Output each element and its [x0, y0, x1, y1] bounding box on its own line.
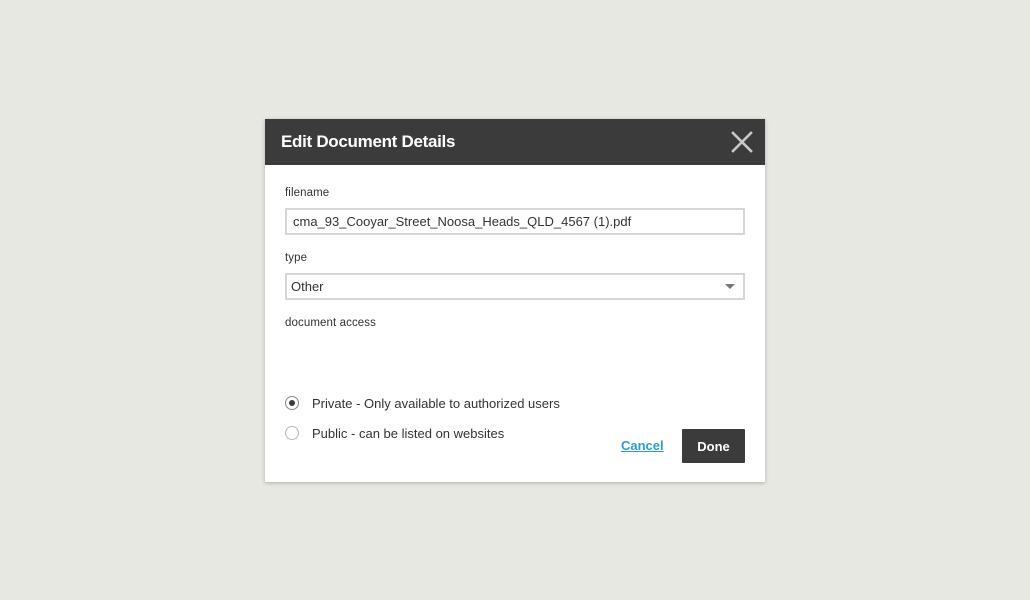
radio-public[interactable]: Public - can be listed on websites — [285, 423, 504, 443]
filename-input[interactable] — [285, 208, 745, 235]
chevron-down-icon — [725, 284, 735, 289]
type-select[interactable]: Other — [285, 273, 745, 300]
cancel-link[interactable]: Cancel — [621, 438, 664, 453]
dialog-header: Edit Document Details — [265, 119, 765, 165]
document-access-label: document access — [285, 317, 376, 329]
dialog-title: Edit Document Details — [281, 132, 456, 151]
radio-private-label: Private - Only available to authorized u… — [312, 395, 560, 411]
radio-public-button[interactable] — [285, 426, 299, 440]
radio-public-label: Public - can be listed on websites — [312, 425, 505, 441]
edit-document-dialog: Edit Document Details filename type Othe… — [265, 119, 765, 482]
radio-private[interactable]: Private - Only available to authorized u… — [285, 393, 560, 413]
done-button[interactable]: Done — [682, 429, 745, 463]
radio-private-button[interactable] — [285, 396, 299, 410]
type-label: type — [285, 252, 308, 264]
close-icon[interactable] — [731, 131, 753, 153]
type-select-value: Other — [291, 279, 324, 294]
filename-label: filename — [285, 187, 330, 199]
